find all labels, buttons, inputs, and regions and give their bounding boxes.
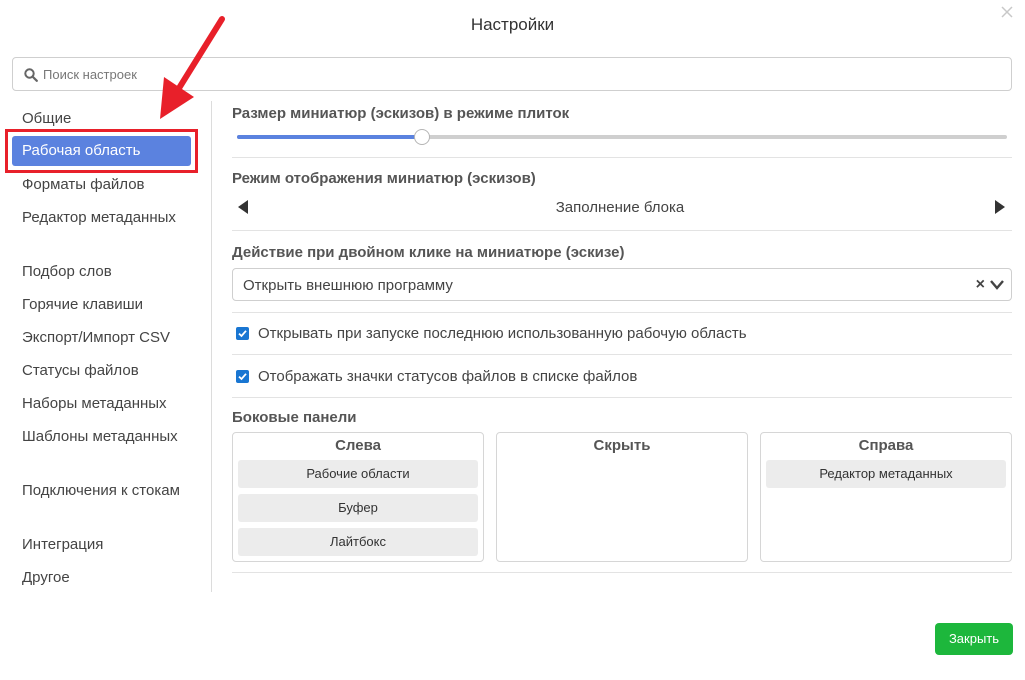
panel-item-metadata-editor[interactable]: Редактор метаданных xyxy=(766,460,1006,488)
sidebar-item-file-formats[interactable]: Форматы файлов xyxy=(22,174,202,195)
divider xyxy=(232,354,1012,355)
sidebar-item-metadata-templates[interactable]: Шаблоны метаданных xyxy=(22,426,202,447)
panel-item-workspaces[interactable]: Рабочие области xyxy=(238,460,478,488)
double-click-action-select[interactable]: Открыть внешнюю программу × xyxy=(232,268,1012,301)
divider xyxy=(232,397,1012,398)
divider xyxy=(232,230,1012,231)
sidebar-item-hotkeys[interactable]: Горячие клавиши xyxy=(22,294,202,315)
close-button[interactable]: Закрыть xyxy=(935,623,1013,655)
next-arrow-icon[interactable] xyxy=(995,200,1005,214)
clear-icon[interactable]: × xyxy=(976,276,985,294)
slider-fill xyxy=(237,135,422,139)
reopen-workspace-checkbox[interactable] xyxy=(236,327,249,340)
sidebar-item-metadata-sets[interactable]: Наборы метаданных xyxy=(22,393,202,414)
status-icons-checkbox[interactable] xyxy=(236,370,249,383)
previous-arrow-icon[interactable] xyxy=(238,200,248,214)
panel-item-buffer[interactable]: Буфер xyxy=(238,494,478,522)
search-icon xyxy=(24,68,38,82)
divider xyxy=(232,572,1012,573)
divider xyxy=(232,312,1012,313)
slider-thumb[interactable] xyxy=(413,129,430,145)
sidebar-item-stock-connections[interactable]: Подключения к стокам xyxy=(22,480,202,501)
thumbnail-size-slider[interactable] xyxy=(237,129,1007,145)
thumbnail-mode-label: Режим отображения миниатюр (эскизов) xyxy=(232,170,536,187)
status-icons-label[interactable]: Отображать значки статусов файлов в спис… xyxy=(258,368,637,385)
panel-left-title: Слева xyxy=(335,437,381,454)
divider xyxy=(232,157,1012,158)
select-value: Открыть внешнюю программу xyxy=(243,277,453,294)
annotation-highlight-box xyxy=(5,129,198,173)
annotation-arrow-icon xyxy=(160,16,225,119)
sidebar-item-file-statuses[interactable]: Статусы файлов xyxy=(22,360,202,381)
sidebar-item-metadata-editor[interactable]: Редактор метаданных xyxy=(22,207,202,228)
close-icon[interactable] xyxy=(999,6,1015,22)
chevron-down-icon[interactable] xyxy=(989,278,1005,292)
sidebar-item-other[interactable]: Другое xyxy=(22,567,202,588)
panel-right-title: Справа xyxy=(858,437,914,454)
panel-hidden-title: Скрыть xyxy=(593,437,651,454)
sidebar-item-word-selection[interactable]: Подбор слов xyxy=(22,261,202,282)
reopen-workspace-label[interactable]: Открывать при запуске последнюю использо… xyxy=(258,325,747,342)
panel-left[interactable]: Слева Рабочие области Буфер Лайтбокс xyxy=(232,432,484,562)
thumbnail-mode-value: Заполнение блока xyxy=(555,199,685,216)
panel-hidden[interactable]: Скрыть xyxy=(496,432,748,562)
panel-right[interactable]: Справа Редактор метаданных xyxy=(760,432,1012,562)
sidebar-item-csv[interactable]: Экспорт/Импорт CSV xyxy=(22,327,202,348)
double-click-label: Действие при двойном клике на миниатюре … xyxy=(232,244,625,261)
panel-item-lightbox[interactable]: Лайтбокс xyxy=(238,528,478,556)
side-panels-label: Боковые панели xyxy=(232,409,357,426)
thumbnail-size-label: Размер миниатюр (эскизов) в режиме плито… xyxy=(232,105,570,122)
sidebar-item-integration[interactable]: Интеграция xyxy=(22,534,202,555)
